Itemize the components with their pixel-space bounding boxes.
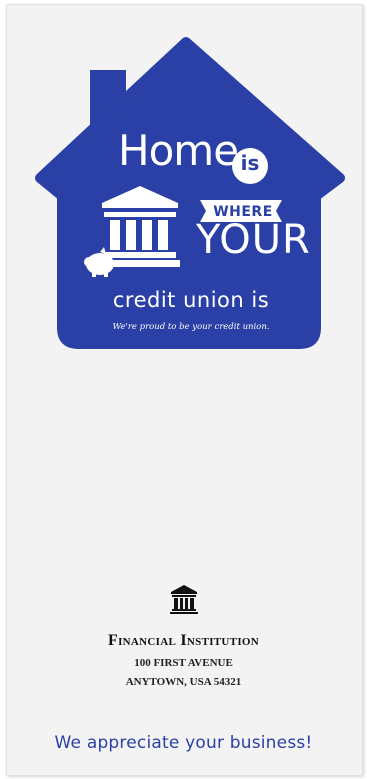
address-line-1: 100 FIRST AVENUE [134, 657, 233, 669]
bank-building-icon [170, 585, 198, 614]
institution-name: Financial Institution [108, 632, 259, 649]
headline-your: YOUR [196, 217, 311, 263]
thanks-message: We appreciate your business! [54, 733, 313, 753]
headline-credit-union: credit union is [112, 288, 270, 312]
tagline: We're proud to be your credit union. [112, 322, 270, 332]
headline-home: Home [118, 126, 239, 175]
headline-is: is [240, 151, 260, 175]
address-line-2: ANYTOWN, USA 54321 [125, 676, 242, 688]
